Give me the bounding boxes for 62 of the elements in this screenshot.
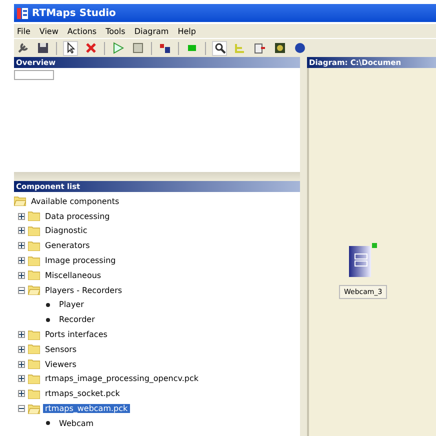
- component-block-icon[interactable]: [349, 243, 378, 277]
- folder-icon: [28, 359, 40, 370]
- window-title: RTMaps Studio: [32, 8, 116, 18]
- menu-item[interactable]: Tools: [106, 26, 126, 36]
- tree-item[interactable]: rtmaps_socket.pck: [43, 389, 122, 398]
- expand-icon[interactable]: [18, 390, 25, 398]
- tree-item[interactable]: Players - Recorders: [43, 286, 124, 295]
- bullet-icon: [46, 302, 50, 307]
- menu-item[interactable]: Diagram: [134, 26, 169, 36]
- collapse-icon[interactable]: [18, 405, 25, 412]
- menu-item[interactable]: View: [39, 26, 58, 36]
- expand-icon[interactable]: [18, 227, 25, 234]
- wrench-icon[interactable]: [16, 41, 30, 55]
- app-icon: [17, 8, 28, 18]
- delete-icon[interactable]: [84, 41, 98, 55]
- bullet-icon: [46, 318, 50, 322]
- save-icon[interactable]: [36, 41, 50, 55]
- collapse-icon[interactable]: [18, 286, 25, 294]
- tree-item[interactable]: Generators: [43, 241, 92, 250]
- expand-icon[interactable]: [18, 375, 25, 382]
- menu-item[interactable]: Help: [178, 26, 196, 36]
- image-icon[interactable]: [273, 41, 287, 55]
- folder-icon: [28, 388, 40, 399]
- tree-item[interactable]: Ports interfaces: [43, 330, 110, 340]
- tree-item[interactable]: Webcam: [57, 418, 96, 428]
- folder-icon: [28, 226, 40, 236]
- tree-item[interactable]: rtmaps_webcam.pck: [43, 404, 130, 414]
- expand-icon[interactable]: [18, 331, 25, 338]
- tree-item[interactable]: Image processing: [43, 256, 118, 266]
- folder-icon: [28, 404, 40, 414]
- tree-item[interactable]: Miscellaneous: [43, 270, 104, 280]
- tree-item[interactable]: Diagnostic: [43, 226, 90, 236]
- export-icon[interactable]: [253, 41, 267, 55]
- expand-icon[interactable]: [18, 257, 25, 264]
- menu-item[interactable]: File: [17, 26, 30, 36]
- tree-item[interactable]: Available components: [29, 196, 122, 206]
- expand-icon[interactable]: [18, 242, 25, 250]
- play-icon[interactable]: [111, 41, 125, 55]
- folder-icon: [28, 330, 40, 340]
- stop-icon[interactable]: [131, 41, 145, 55]
- folder-icon: [28, 344, 40, 354]
- menu-item[interactable]: Actions: [67, 26, 97, 36]
- folder-icon: [28, 211, 40, 222]
- folder-icon: [28, 256, 40, 266]
- tree-item[interactable]: rtmaps_image_processing_opencv.pck: [43, 374, 201, 384]
- expand-icon[interactable]: [18, 212, 25, 220]
- folder-icon: [28, 285, 40, 296]
- tree-item[interactable]: Recorder: [57, 315, 97, 324]
- folder-icon: [28, 240, 40, 251]
- blocks-icon[interactable]: [158, 41, 172, 55]
- bullet-icon: [46, 421, 50, 426]
- expand-icon[interactable]: [18, 346, 25, 353]
- tree-item[interactable]: Viewers: [43, 360, 78, 369]
- folder-icon: [28, 374, 40, 384]
- pointer-icon[interactable]: [63, 40, 78, 56]
- expand-icon[interactable]: [18, 360, 25, 368]
- search-icon[interactable]: [212, 40, 227, 56]
- expand-icon[interactable]: [18, 272, 25, 279]
- tree-item[interactable]: Sensors: [43, 344, 79, 354]
- folder-icon: [28, 270, 40, 280]
- tree-item[interactable]: Data processing: [43, 212, 112, 221]
- tree-item[interactable]: Player: [57, 300, 86, 310]
